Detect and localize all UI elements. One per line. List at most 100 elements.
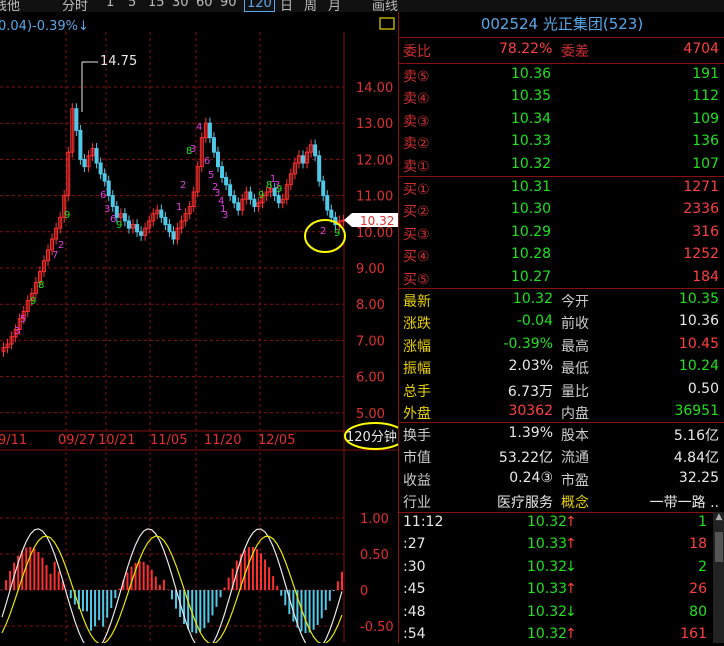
tick-row: 11:12 10.32 ↑ 1	[399, 512, 724, 534]
fin-value: 0.24③	[509, 469, 553, 486]
period-tab-30[interactable]: 30	[172, 0, 189, 10]
candle-body	[171, 231, 176, 240]
period-tab-15[interactable]: 15	[148, 0, 165, 10]
tick-direction-icon: ↑	[565, 581, 577, 598]
candle-body	[163, 216, 168, 226]
date-label: 11/20	[204, 433, 241, 448]
ask-price: 10.32	[511, 155, 552, 172]
stat-value: 6.73万	[507, 383, 553, 400]
fin-row: 行业 医疗服务 概念 一带一路 ..	[399, 490, 724, 512]
weibi-label: 委比	[403, 44, 431, 60]
candle-body	[252, 198, 257, 207]
high-price-label: 14.75	[100, 54, 137, 69]
sequence-number: 9	[64, 210, 70, 221]
sequence-number: 6	[100, 190, 106, 201]
weibi-value: 78.22%	[499, 41, 553, 57]
bid-label: 买⑤	[403, 271, 430, 288]
sequence-number: 7	[52, 250, 58, 261]
candle-body	[321, 180, 326, 197]
macd-tick-label: -0.50	[360, 620, 394, 635]
tick-volume: 161	[680, 626, 707, 642]
bid-price: 10.31	[511, 179, 552, 195]
candle-body	[211, 137, 216, 153]
sequence-number: 3	[14, 326, 20, 337]
candle-body	[232, 195, 237, 204]
bid-row: 买② 10.30 2336	[399, 199, 724, 221]
candle-body	[94, 148, 99, 164]
stat-label: 外盘	[403, 406, 431, 422]
fin-value-2: 一带一路 ..	[649, 495, 719, 512]
ask-label: 卖③	[403, 113, 430, 130]
candle-body	[167, 224, 172, 233]
candle-body	[248, 191, 253, 200]
date-label: 09/27	[58, 433, 95, 448]
tick-row: :27 10.33 ↑ 18	[399, 534, 724, 556]
fin-value: 医疗服务	[497, 495, 553, 512]
period-tab-month[interactable]: 月	[328, 0, 341, 12]
price-change-label: 0.04)-0.39%↓	[0, 19, 89, 34]
tick-time: :30	[403, 558, 426, 575]
stat-row: 总手 6.73万 量比 0.50	[399, 379, 724, 401]
fin-label: 收益	[403, 472, 431, 489]
bid-label: 买②	[403, 204, 430, 221]
tick-volume: 80	[689, 603, 707, 620]
candle-body	[126, 220, 131, 229]
stat-label-2: 前收	[561, 316, 589, 333]
kline-chart[interactable]: 35987296369128346523413981392 9 14.0013.0…	[0, 12, 398, 643]
draw-line-button[interactable]: 画线	[372, 0, 398, 12]
scroll-up-icon[interactable]: ▲	[714, 512, 724, 522]
candle-body	[236, 202, 241, 211]
sequence-number: 9	[116, 220, 122, 231]
scroll-thumb[interactable]	[715, 532, 723, 562]
ask-row: 卖② 10.33 136	[399, 131, 724, 153]
candle-body	[98, 162, 103, 175]
stat-label: 最新	[403, 294, 431, 310]
price-tick-label: 13.00	[356, 117, 393, 132]
period-tab-120[interactable]: 120	[244, 0, 275, 12]
stat-label-2: 内盘	[561, 406, 589, 422]
tick-row: :30 10.32 ↓ 2	[399, 557, 724, 579]
chart-settings-icon[interactable]	[379, 17, 395, 30]
bid-price: 10.28	[511, 246, 552, 263]
candle-body	[300, 155, 305, 164]
period-tab-90[interactable]: 90	[220, 0, 237, 10]
period-tab-5[interactable]: 5	[128, 0, 136, 10]
ask-row: 卖④ 10.35 112	[399, 86, 724, 108]
tick-scrollbar[interactable]: ▲	[713, 512, 724, 643]
stat-value: -0.04	[516, 313, 553, 330]
ask-price: 10.34	[511, 110, 552, 127]
period-tab-week[interactable]: 周	[304, 0, 317, 12]
stat-row: 涨跌 -0.04 前收 10.36	[399, 311, 724, 333]
macd-tick-label: 0	[360, 584, 368, 599]
date-label: 9/11	[0, 433, 27, 448]
bid-volume: 316	[692, 223, 719, 240]
bid-volume: 1252	[683, 246, 719, 263]
candlestick-series	[1, 61, 346, 357]
period-tab-fenshi[interactable]: 分时	[62, 0, 88, 12]
tick-time: :48	[403, 603, 426, 620]
fin-label: 换手	[403, 428, 431, 444]
price-tick-label: 14.00	[356, 81, 393, 96]
tick-time: :45	[403, 581, 426, 598]
bid-row: 买③ 10.29 316	[399, 222, 724, 244]
sequence-number: 5	[208, 170, 214, 181]
period-tab-day[interactable]: 日	[280, 0, 293, 12]
tick-volume: 1	[698, 514, 707, 530]
sequence-number: 9	[30, 296, 36, 307]
bid-row: 买① 10.31 1271	[399, 177, 724, 199]
macd-tick-label: 0.50	[360, 548, 389, 563]
bid-row: 买④ 10.28 1252	[399, 244, 724, 266]
toolbar-item-label[interactable]: 线他	[0, 0, 20, 12]
candle-body	[106, 180, 111, 197]
period-tab-60[interactable]: 60	[196, 0, 213, 10]
bid-label: 买③	[403, 226, 430, 243]
tick-price: 10.33	[527, 536, 568, 553]
fin-value: 1.39%	[508, 425, 553, 441]
price-tick-label: 10.00	[356, 226, 393, 241]
tick-price: 10.32	[527, 514, 568, 530]
stat-label-2: 量比	[561, 383, 589, 400]
tick-volume: 18	[689, 536, 707, 553]
price-tick-label: 5.00	[356, 407, 385, 422]
period-tab-1[interactable]: 1	[106, 0, 114, 10]
stat-label-2: 最高	[561, 338, 589, 355]
